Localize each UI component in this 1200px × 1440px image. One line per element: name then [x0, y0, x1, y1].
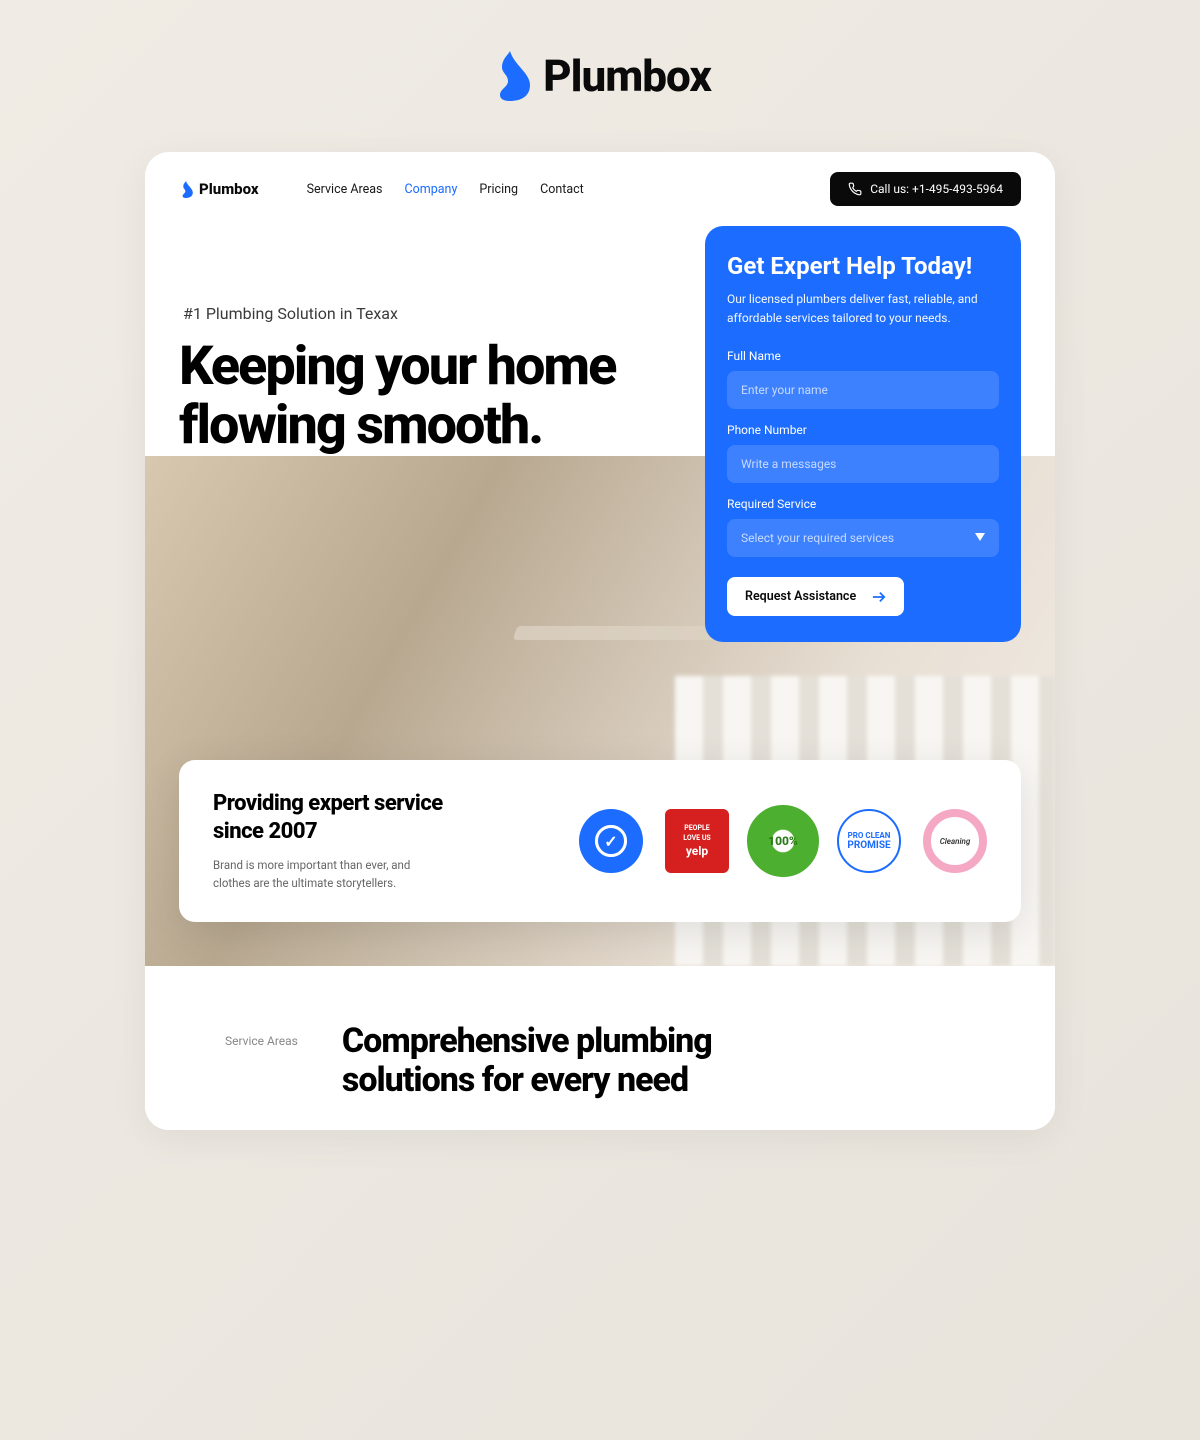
form-description: Our licensed plumbers deliver fast, reli…: [727, 290, 999, 327]
drop-icon: [179, 181, 193, 198]
nav-links: Service Areas Company Pricing Contact: [307, 182, 584, 197]
trust-description: Brand is more important than ever, and c…: [213, 857, 443, 892]
quote-form-card: Get Expert Help Today! Our licensed plum…: [705, 226, 1021, 642]
solutions-headline: Comprehensive plumbing solutions for eve…: [342, 1022, 822, 1100]
yelp-badge: PEOPLE LOVE US yelp: [665, 809, 729, 873]
nav-link-pricing[interactable]: Pricing: [479, 182, 518, 197]
nav-link-contact[interactable]: Contact: [540, 182, 584, 197]
cleaning-partner-badge: Cleaning: [923, 809, 987, 873]
service-label: Required Service: [727, 497, 999, 511]
trust-badges: PEOPLE LOVE US yelp 100% PRO CLEAN PROMI…: [579, 809, 987, 873]
top-navigation: Plumbox Service Areas Company Pricing Co…: [145, 152, 1055, 226]
call-us-button[interactable]: Call us: +1-495-493-5964: [830, 172, 1021, 206]
arrow-right-icon: [872, 591, 886, 603]
pro-clean-promise-badge: PRO CLEAN PROMISE: [837, 809, 901, 873]
hero-section: #1 Plumbing Solution in Texax Keeping yo…: [145, 226, 1055, 966]
solutions-label: Service Areas: [225, 1034, 298, 1048]
verified-license-badge: [579, 809, 643, 873]
nav-link-company[interactable]: Company: [405, 182, 458, 197]
trust-card: Providing expert service since 2007 Bran…: [179, 760, 1021, 922]
service-select[interactable]: [727, 519, 999, 557]
form-title: Get Expert Help Today!: [727, 252, 999, 280]
request-assistance-button[interactable]: Request Assistance: [727, 577, 904, 616]
nav-logo[interactable]: Plumbox: [179, 180, 259, 198]
phone-icon: [848, 182, 862, 196]
full-name-label: Full Name: [727, 349, 999, 363]
submit-label: Request Assistance: [745, 589, 856, 604]
phone-label: Phone Number: [727, 423, 999, 437]
brand-hero-lockup: Plumbox: [0, 50, 1200, 102]
nav-logo-text: Plumbox: [199, 180, 259, 198]
trust-title: Providing expert service since 2007: [213, 790, 443, 845]
call-label: Call us: +1-495-493-5964: [870, 182, 1003, 196]
hero-headline: Keeping your home flowing smooth.: [179, 337, 659, 456]
page-card: Plumbox Service Areas Company Pricing Co…: [145, 152, 1055, 1130]
solutions-section: Service Areas Comprehensive plumbing sol…: [145, 966, 1055, 1130]
phone-input[interactable]: [727, 445, 999, 483]
brand-name: Plumbox: [543, 50, 711, 102]
drop-icon: [489, 51, 531, 101]
nav-link-service-areas[interactable]: Service Areas: [307, 182, 383, 197]
full-name-input[interactable]: [727, 371, 999, 409]
satisfaction-guaranteed-badge: 100%: [751, 809, 815, 873]
